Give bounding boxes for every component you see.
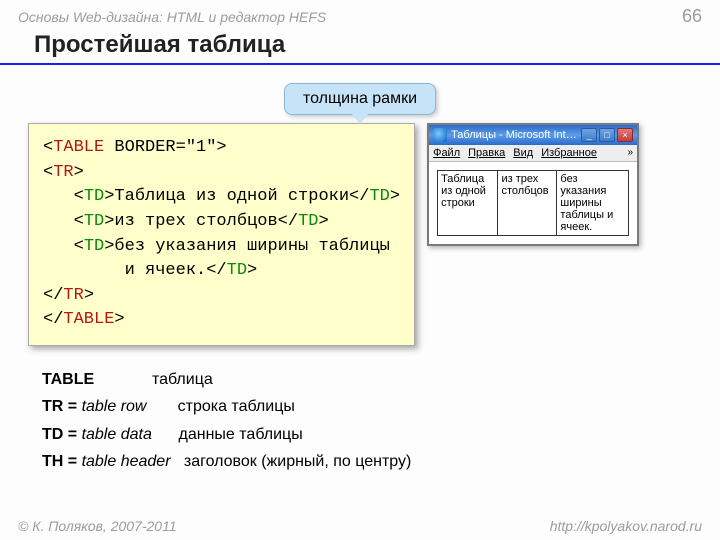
chevron-right-icon[interactable]: » xyxy=(628,147,634,159)
callout-border-width: толщина рамки xyxy=(284,83,436,115)
page-number: 66 xyxy=(682,6,702,27)
menu-favorites[interactable]: Избранное xyxy=(541,147,597,159)
code-example: <TABLE BORDER="1"> <TR> <TD>Таблица из о… xyxy=(28,123,415,346)
table-cell: из трех столбцов xyxy=(498,171,557,236)
table-cell: без указания ширины таблицы и ячеек. xyxy=(557,171,629,236)
footer-copyright: © К. Поляков, 2007-2011 xyxy=(18,518,177,534)
rendered-table: Таблица из одной строки из трех столбцов… xyxy=(437,170,629,236)
e-icon xyxy=(433,128,447,142)
browser-content: Таблица из одной строки из трех столбцов… xyxy=(429,162,637,244)
course-title: Основы Web-дизайна: HTML и редактор HEFS xyxy=(18,9,326,25)
browser-menubar: Файл Правка Вид Избранное » xyxy=(429,145,637,162)
table-row: Таблица из одной строки из трех столбцов… xyxy=(438,171,629,236)
menu-file[interactable]: Файл xyxy=(433,147,460,159)
slide-title: Простейшая таблица xyxy=(0,29,720,65)
menu-edit[interactable]: Правка xyxy=(468,147,505,159)
close-button[interactable]: × xyxy=(617,128,633,142)
minimize-button[interactable]: _ xyxy=(581,128,597,142)
maximize-button[interactable]: □ xyxy=(599,128,615,142)
footer-url: http://kpolyakov.narod.ru xyxy=(550,518,702,534)
menu-view[interactable]: Вид xyxy=(513,147,533,159)
definitions: TABLE таблица TR = table row строка табл… xyxy=(42,366,720,475)
browser-mockup: Таблицы - Microsoft Internet E… _ □ × Фа… xyxy=(427,123,639,246)
browser-window-title: Таблицы - Microsoft Internet E… xyxy=(451,129,577,141)
browser-titlebar: Таблицы - Microsoft Internet E… _ □ × xyxy=(429,125,637,145)
table-cell: Таблица из одной строки xyxy=(438,171,498,236)
